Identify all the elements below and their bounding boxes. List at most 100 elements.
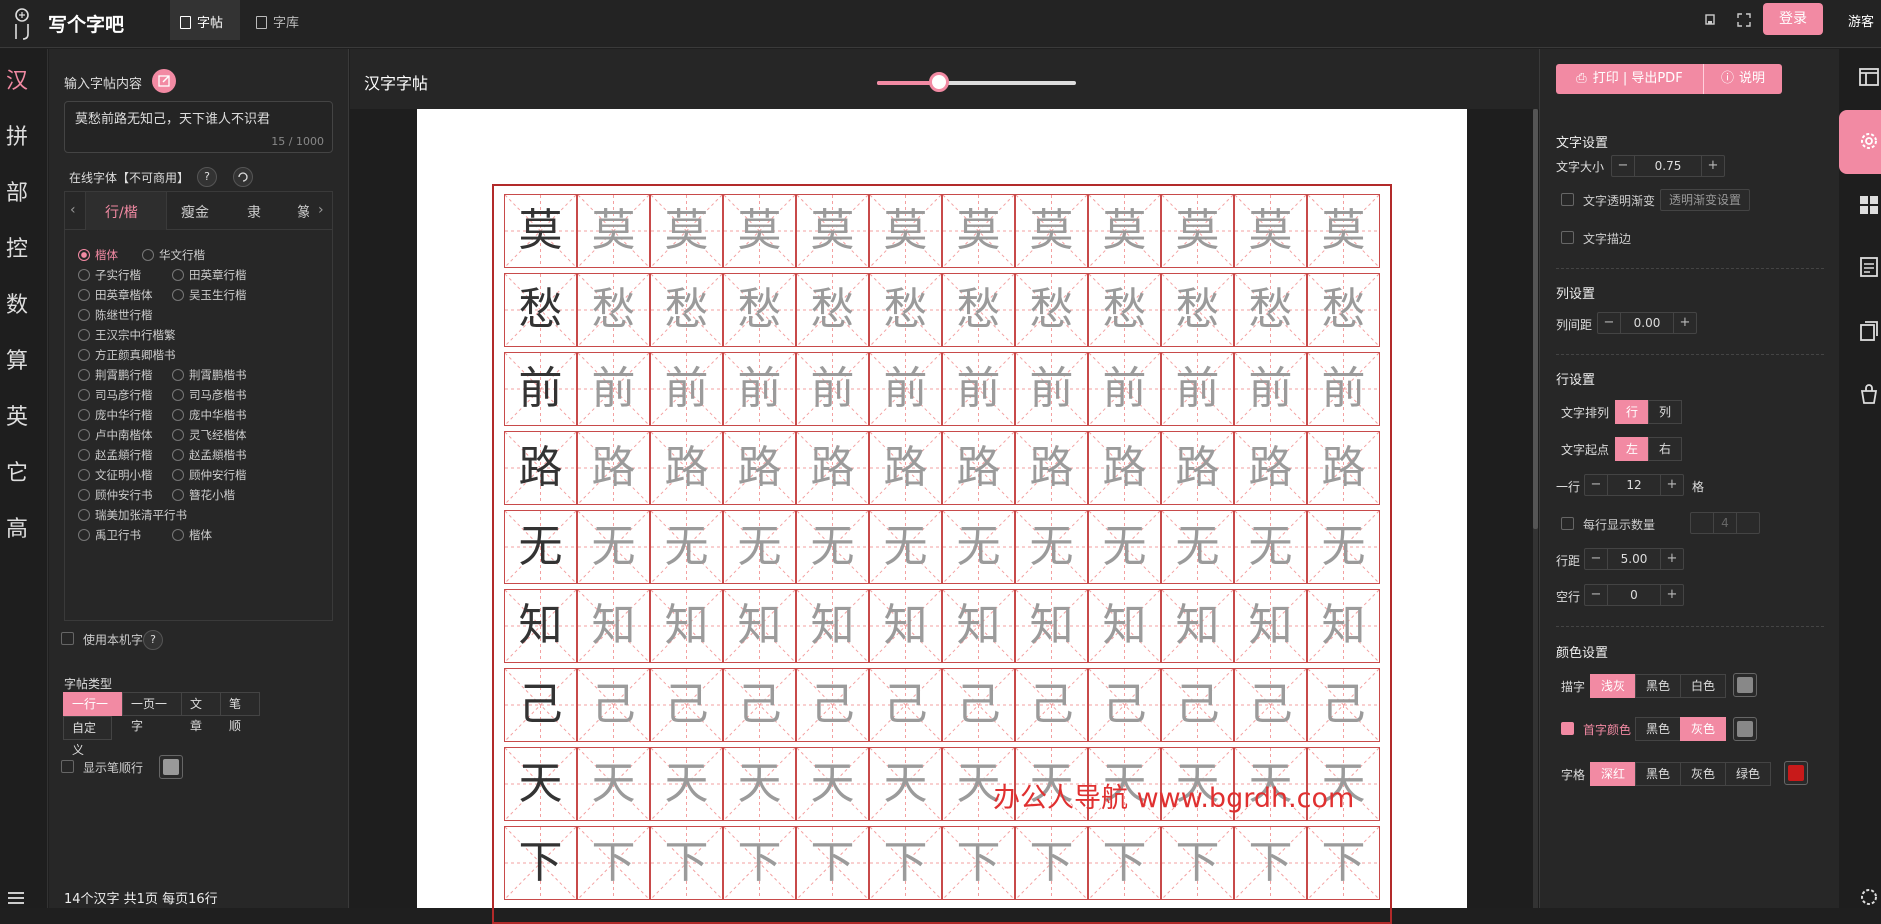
minus-icon[interactable]: [1691, 513, 1713, 533]
font-option[interactable]: 卢中南楷体: [78, 427, 153, 443]
gradient-settings-button[interactable]: 透明渐变设置: [1660, 189, 1751, 211]
stroke-color-picker[interactable]: [159, 755, 183, 779]
login-button[interactable]: 登录: [1763, 3, 1823, 35]
tab-library[interactable]: 字库: [256, 0, 326, 40]
font-option[interactable]: 王汉宗中行楷繁: [78, 327, 176, 343]
content-textarea[interactable]: 莫愁前路无知己，天下谁人不识君 15 / 1000: [64, 101, 333, 153]
plus-icon[interactable]: [1737, 513, 1759, 533]
settings-gear-icon[interactable]: [1858, 886, 1880, 908]
font-option[interactable]: 司马彦楷书: [172, 387, 247, 403]
refresh-icon[interactable]: [233, 167, 253, 187]
instructions-button[interactable]: ⓘ 说明: [1703, 64, 1782, 94]
tabs-next-icon[interactable]: ›: [318, 202, 324, 218]
layout-icon[interactable]: [1858, 66, 1880, 88]
column-spacing-value[interactable]: 0.00: [1620, 313, 1674, 333]
text-size-stepper[interactable]: −0.75 +: [1611, 155, 1725, 177]
show-count-checkbox[interactable]: 每行显示数量: [1561, 516, 1655, 533]
font-tab-xingkai[interactable]: 行/楷: [105, 202, 138, 222]
trace-color-picker[interactable]: [1733, 673, 1757, 697]
grid-dark-red[interactable]: 深红: [1590, 762, 1636, 786]
document-icon[interactable]: [1858, 256, 1880, 278]
font-option[interactable]: 楷体: [78, 247, 118, 263]
nav-item-other[interactable]: 它: [0, 455, 34, 487]
trace-white[interactable]: 白色: [1680, 674, 1726, 698]
grid-green[interactable]: 绿色: [1725, 762, 1771, 786]
plus-icon[interactable]: +: [1661, 549, 1683, 569]
minus-icon[interactable]: −: [1598, 313, 1620, 333]
tab-copybook[interactable]: 字帖: [170, 0, 240, 40]
trace-light-gray[interactable]: 浅灰: [1590, 674, 1636, 698]
trace-black[interactable]: 黑色: [1635, 674, 1681, 698]
font-tab-zhuan[interactable]: 篆: [297, 202, 309, 222]
nav-item-english[interactable]: 英: [0, 399, 34, 431]
nav-item-radical[interactable]: 部: [0, 175, 34, 207]
pages-icon[interactable]: [1858, 320, 1880, 342]
font-option[interactable]: 吴玉生行楷: [172, 287, 247, 303]
column-spacing-stepper[interactable]: −0.00 +: [1597, 312, 1697, 334]
plus-icon[interactable]: +: [1702, 156, 1724, 176]
zoom-slider-handle[interactable]: [929, 72, 949, 92]
font-option[interactable]: 庞中华行楷: [78, 407, 153, 423]
font-option[interactable]: 禹卫行书: [78, 527, 141, 543]
save-icon[interactable]: [1703, 13, 1717, 27]
minus-icon[interactable]: −: [1612, 156, 1634, 176]
start-left[interactable]: 左: [1615, 437, 1649, 461]
font-option[interactable]: 方正颜真卿楷书: [78, 347, 176, 363]
font-option[interactable]: 华文行楷: [142, 247, 205, 263]
font-option[interactable]: 司马彦行楷: [78, 387, 153, 403]
font-option[interactable]: 灵飞经楷体: [172, 427, 247, 443]
type-stroke-order[interactable]: 笔顺: [220, 692, 260, 733]
guest-label[interactable]: 游客: [1848, 11, 1874, 30]
first-char-color-checkbox[interactable]: 首字颜色: [1561, 721, 1631, 738]
font-option[interactable]: 楷体: [172, 527, 212, 543]
font-option[interactable]: 瑞美加张清平行书: [78, 507, 187, 523]
font-tab-li[interactable]: 隶: [247, 202, 261, 222]
font-option[interactable]: 荆霄鹏楷书: [172, 367, 247, 383]
grid-color-picker[interactable]: [1784, 761, 1808, 785]
nav-item-pinyin[interactable]: 拼: [0, 119, 34, 151]
type-one-char-per-page[interactable]: 一页一字: [122, 692, 182, 733]
type-custom[interactable]: 自定义: [63, 716, 112, 757]
type-article[interactable]: 文章: [181, 692, 221, 733]
plus-icon[interactable]: +: [1661, 475, 1683, 495]
start-right[interactable]: 右: [1648, 437, 1682, 461]
plus-icon[interactable]: +: [1661, 585, 1683, 605]
blank-rows-stepper[interactable]: −0 +: [1584, 584, 1684, 606]
shop-icon[interactable]: [1858, 383, 1880, 405]
show-count-value[interactable]: 4: [1713, 513, 1737, 533]
font-tab-shoujin[interactable]: 瘦金: [181, 202, 209, 222]
grid-black[interactable]: 黑色: [1635, 762, 1681, 786]
font-option[interactable]: 簪花小楷: [172, 487, 235, 503]
nav-item-advanced[interactable]: 高: [0, 511, 34, 543]
nav-item-control[interactable]: 控: [0, 231, 34, 263]
text-size-value[interactable]: 0.75: [1634, 156, 1702, 176]
font-option[interactable]: 赵孟頫楷书: [172, 447, 247, 463]
arrange-column[interactable]: 列: [1648, 400, 1682, 424]
text-gradient-checkbox[interactable]: 文字透明渐变: [1561, 192, 1655, 209]
print-export-button[interactable]: ⎙ 打印 | 导出PDF: [1556, 64, 1703, 94]
minus-icon[interactable]: −: [1585, 549, 1607, 569]
grid-icon[interactable]: [1858, 194, 1880, 216]
text-outline-checkbox[interactable]: 文字描边: [1561, 230, 1631, 247]
grid-gray[interactable]: 灰色: [1680, 762, 1726, 786]
show-count-stepper[interactable]: 4: [1690, 512, 1760, 534]
font-option[interactable]: 子实行楷: [78, 267, 141, 283]
first-gray[interactable]: 灰色: [1680, 717, 1726, 741]
gear-icon[interactable]: [1858, 130, 1880, 152]
show-stroke-order-checkbox[interactable]: 显示笔顺行: [61, 759, 143, 776]
use-local-font-checkbox[interactable]: 使用本机字体: [61, 631, 155, 648]
row-gap-stepper[interactable]: −5.00 +: [1584, 548, 1684, 570]
nav-item-number[interactable]: 数: [0, 287, 34, 319]
first-color-picker[interactable]: [1733, 717, 1757, 741]
font-option[interactable]: 顾仲安行楷: [172, 467, 247, 483]
help-icon[interactable]: ?: [143, 630, 163, 650]
scrollbar-thumb[interactable]: [1533, 109, 1538, 529]
blank-rows-value[interactable]: 0: [1607, 585, 1661, 605]
edit-icon[interactable]: [152, 69, 176, 93]
nav-item-math[interactable]: 算: [0, 343, 34, 375]
font-option[interactable]: 田英章行楷: [172, 267, 247, 283]
first-black[interactable]: 黑色: [1635, 717, 1681, 741]
fullscreen-icon[interactable]: [1737, 13, 1751, 27]
menu-icon[interactable]: [8, 892, 24, 904]
font-option[interactable]: 田英章楷体: [78, 287, 153, 303]
